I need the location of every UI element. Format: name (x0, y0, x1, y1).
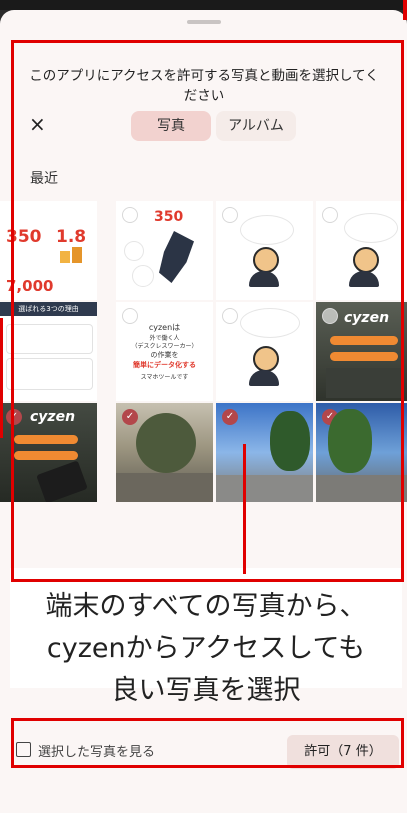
drag-handle[interactable] (187, 20, 221, 24)
caption-line: 良い写真を選択 (111, 675, 301, 706)
annotation-line (243, 444, 246, 574)
annotation-frame-top (11, 40, 404, 582)
annotation-caption: 端末のすべての写真から、 cyzenからアクセスしても 良い写真を選択 (10, 586, 402, 712)
status-bar (0, 0, 407, 10)
annotation-line (0, 318, 3, 438)
caption-line: cyzenからアクセスしても (46, 633, 366, 664)
annotation-line (403, 0, 407, 20)
annotation-frame-bottom (11, 718, 404, 768)
caption-line: 端末のすべての写真から、 (45, 591, 367, 622)
